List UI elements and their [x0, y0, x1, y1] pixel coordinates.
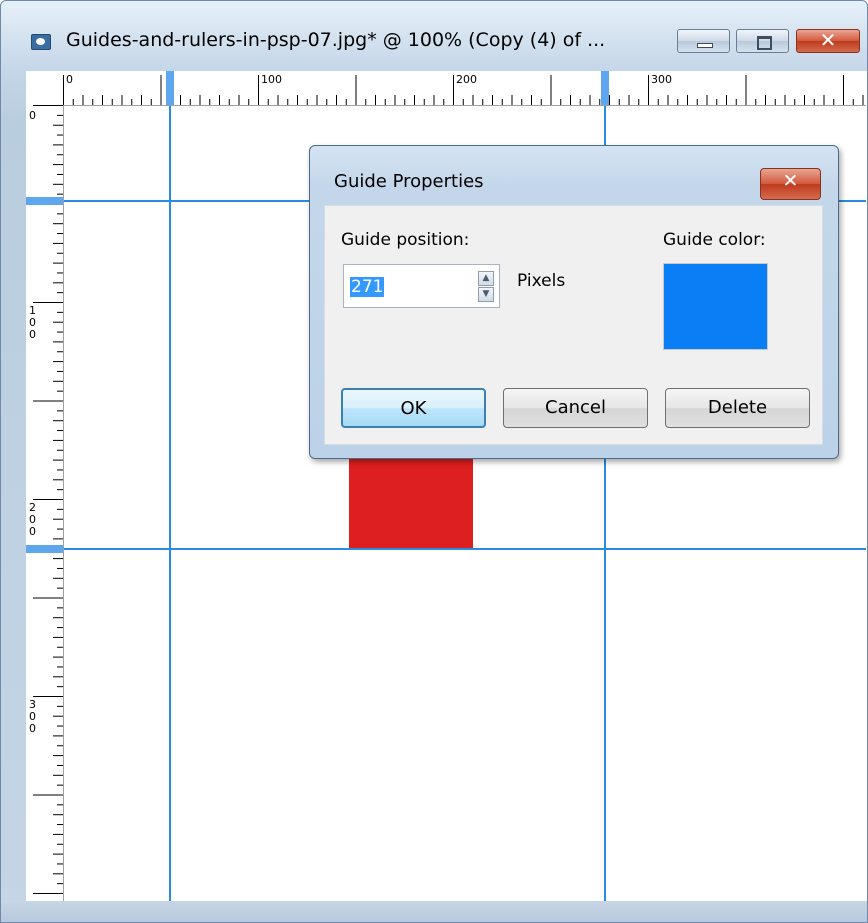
ruler-left-label-300: 300 [29, 698, 36, 735]
ruler-top-label-200: 200 [456, 73, 477, 86]
vertical-ruler[interactable]: 0 100 200 300 [26, 105, 64, 901]
ruler-left-label-100: 100 [29, 304, 36, 341]
ruler-top-label-100: 100 [261, 73, 282, 86]
ok-button[interactable]: OK [341, 388, 486, 428]
guide-position-label: Guide position: [341, 230, 470, 250]
dialog-close-button[interactable]: ✕ [760, 168, 821, 200]
close-window-button[interactable]: ✕ [796, 28, 860, 53]
ruler-left-label-200: 200 [29, 501, 36, 538]
ruler-left-label-0: 0 [29, 109, 36, 122]
ruler-top-label-300: 300 [651, 73, 672, 86]
minimize-icon [697, 43, 713, 48]
spin-up-button[interactable]: ▲ [478, 271, 494, 286]
vertical-guide-1[interactable] [169, 105, 171, 901]
minimize-button[interactable] [677, 29, 730, 53]
dialog-title: Guide Properties [334, 171, 484, 192]
guide-marker-left-1[interactable] [26, 197, 63, 205]
dialog-body: Guide position: Guide color: 271 ▲ ▼ Pix… [324, 205, 823, 445]
guide-position-value[interactable]: 271 [350, 277, 385, 297]
maximize-button[interactable] [736, 29, 789, 53]
delete-button[interactable]: Delete [665, 388, 810, 428]
ruler-top-label-0: 0 [66, 73, 73, 86]
horizontal-guide-2[interactable] [63, 548, 866, 550]
close-icon: ✕ [782, 170, 799, 192]
ruler-corner [26, 71, 64, 106]
image-window: Guides-and-rulers-in-psp-07.jpg* @ 100% … [0, 0, 868, 923]
guide-properties-dialog: Guide Properties ✕ Guide position: Guide… [309, 145, 839, 459]
guide-color-label: Guide color: [663, 230, 766, 250]
guide-position-input[interactable]: 271 ▲ ▼ [343, 264, 500, 308]
red-rectangle-shape [349, 456, 473, 548]
guide-marker-top-2[interactable] [601, 71, 609, 105]
image-file-icon [31, 34, 51, 50]
guide-marker-top-1[interactable] [166, 71, 174, 105]
guide-marker-left-2[interactable] [26, 545, 63, 553]
guide-color-swatch[interactable] [663, 263, 768, 350]
window-bottom-frame [1, 901, 867, 922]
window-title: Guides-and-rulers-in-psp-07.jpg* @ 100% … [66, 29, 606, 51]
window-titlebar[interactable]: Guides-and-rulers-in-psp-07.jpg* @ 100% … [1, 1, 867, 53]
maximize-icon [757, 36, 772, 50]
unit-label: Pixels [517, 271, 566, 291]
spin-down-button[interactable]: ▼ [478, 287, 494, 302]
cancel-button[interactable]: Cancel [503, 388, 648, 428]
horizontal-ruler[interactable]: 0 100 200 300 [63, 71, 866, 106]
close-icon: ✕ [819, 28, 837, 52]
